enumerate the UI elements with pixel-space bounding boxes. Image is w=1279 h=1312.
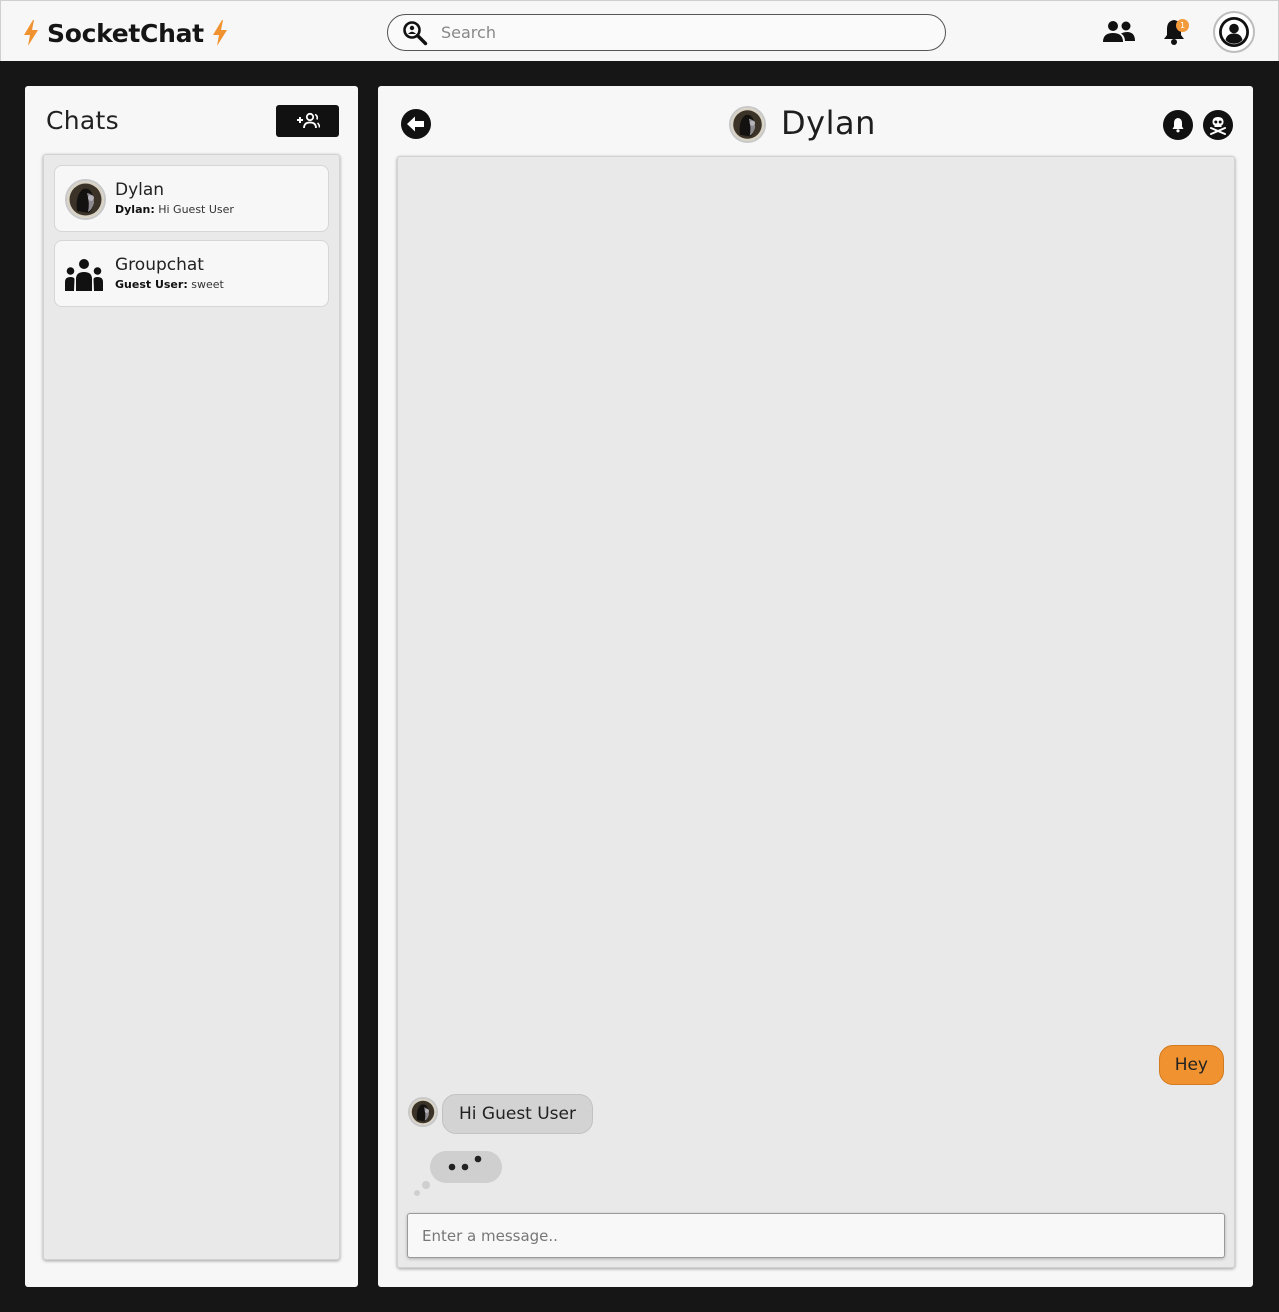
message-composer[interactable] <box>407 1213 1225 1258</box>
brand-name: SocketChat <box>47 18 204 48</box>
message-bubble-sent: Hey <box>1158 1045 1224 1085</box>
chat-list: Dylan Dylan: Hi Guest User Groupchat Gue… <box>43 154 340 1260</box>
search-user-icon <box>403 20 428 45</box>
message-list[interactable]: Hey Hi Guest User <box>397 156 1235 1268</box>
search-bar[interactable] <box>387 14 946 51</box>
chat-item-name: Dylan <box>115 180 165 200</box>
notification-bell-icon[interactable] <box>1163 110 1193 140</box>
contact-avatar[interactable] <box>729 106 766 143</box>
conversation-title: Dylan <box>781 104 876 142</box>
top-navbar: SocketChat 1 <box>0 0 1279 61</box>
avatar <box>65 179 106 220</box>
dylan-avatar-image <box>731 108 764 141</box>
sender-avatar <box>408 1097 438 1127</box>
preview-sender: Dylan: <box>115 203 155 216</box>
brand-logo[interactable]: SocketChat <box>23 16 228 50</box>
preview-text: sweet <box>187 278 224 291</box>
chat-item-groupchat[interactable]: Groupchat Guest User: sweet <box>54 240 329 307</box>
dylan-avatar-image <box>67 181 104 218</box>
message-input[interactable] <box>422 1226 1212 1245</box>
notification-badge: 1 <box>1176 19 1189 32</box>
preview-text: Hi Guest User <box>154 203 234 216</box>
group-icon <box>65 259 103 291</box>
chat-item-name: Groupchat <box>115 255 204 275</box>
lightning-bolt-icon <box>212 20 227 46</box>
profile-button[interactable] <box>1213 11 1255 53</box>
back-arrow-icon[interactable] <box>401 109 431 139</box>
user-circle-icon <box>1219 17 1249 47</box>
chats-title: Chats <box>46 106 119 135</box>
lightning-bolt-icon <box>24 20 38 46</box>
chat-item-preview: Dylan: Hi Guest User <box>115 203 234 216</box>
preview-sender: Guest User: <box>115 278 188 291</box>
search-input[interactable] <box>441 23 921 42</box>
dylan-avatar-image <box>410 1099 436 1125</box>
typing-indicator-icon <box>414 1151 502 1196</box>
chats-panel: Chats Dylan Dylan: Hi Guest User Groupch… <box>25 86 358 1287</box>
chat-item-preview: Guest User: sweet <box>115 278 224 291</box>
add-group-icon <box>296 112 320 129</box>
message-bubble-received: Hi Guest User <box>442 1094 593 1134</box>
skull-crossbones-icon[interactable] <box>1203 110 1233 140</box>
notifications-button[interactable]: 1 <box>1161 18 1191 48</box>
create-group-chat-button[interactable] <box>276 105 339 137</box>
chat-item-dylan[interactable]: Dylan Dylan: Hi Guest User <box>54 165 329 232</box>
friends-icon[interactable] <box>1102 20 1135 44</box>
conversation-panel: Dylan Hey Hi Guest User <box>378 86 1253 1287</box>
